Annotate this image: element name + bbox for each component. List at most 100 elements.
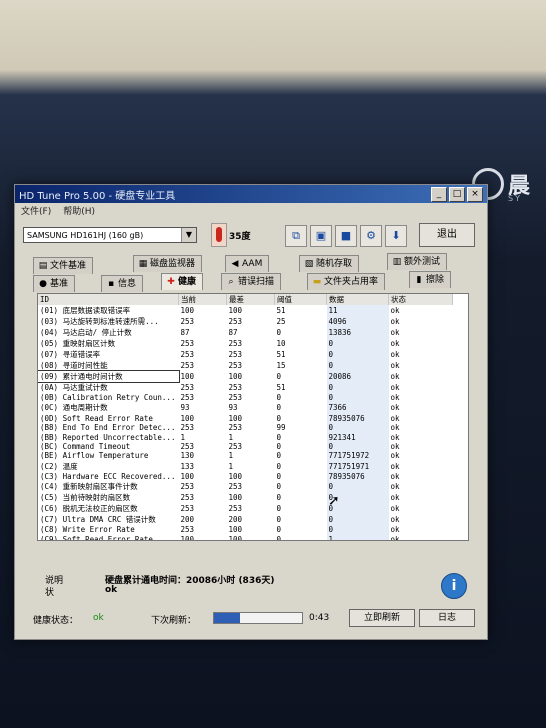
cell-status: ok	[390, 350, 400, 359]
table-row[interactable]: (C2) 温度 133 1 0 771751971 ok	[38, 460, 453, 472]
cell-id: (04) 马达启动/ 停止计数	[40, 328, 132, 337]
table-row[interactable]: (BB) Reported Uncorrectable... 1 1 0 921341 o…	[38, 432, 453, 442]
column-header-threshold[interactable]: 阈值	[274, 294, 327, 305]
close-button[interactable]: ×	[467, 186, 483, 202]
cell-worst: 253	[228, 350, 243, 359]
table-row[interactable]: (C9) Soft Read Error Rate 100 100 0 1 ok	[38, 534, 453, 541]
column-header-id[interactable]: ID	[38, 294, 179, 305]
log-button[interactable]: 日志	[419, 609, 475, 627]
cell-threshold: 0	[276, 393, 282, 403]
cell-id: (BB) Reported Uncorrectable...	[40, 432, 176, 442]
cell-status: ok	[390, 383, 400, 392]
table-row[interactable]: (03) 马达旋转到标准转速所需... 253 253 25 4096 ok	[38, 316, 453, 327]
table-row[interactable]: (C7) Ultra DMA CRC 错误计数 200 200 0 0 ok	[38, 514, 453, 526]
tab-health[interactable]: ✚ 健康	[161, 273, 204, 290]
tab-aam[interactable]: ◀ AAM	[225, 255, 270, 272]
cell-data: 0	[326, 525, 389, 535]
cell-worst: 100	[228, 372, 243, 381]
table-row[interactable]: (0D) Soft Read Error Rate 100 100 0 78935076…	[38, 413, 453, 423]
table-row[interactable]: (09) 累计通电时间计数 100 100 0 20086 ok	[38, 370, 453, 383]
tab-extra-tests[interactable]: ▥ 额外测试	[387, 253, 448, 270]
cell-current: 200	[180, 515, 195, 525]
cell-current: 253	[180, 423, 195, 433]
column-header-status[interactable]: 状态	[388, 294, 453, 305]
menu-file[interactable]: 文件(F)	[21, 204, 51, 218]
table-row[interactable]: (04) 马达启动/ 停止计数 87 87 0 13836 ok	[38, 327, 453, 338]
table-row[interactable]: (B8) End To End Error Detec... 253 253 99 0 o…	[38, 422, 453, 433]
tab-error-scan[interactable]: ⌕ 错误扫描	[221, 273, 282, 290]
cell-status: ok	[390, 339, 400, 348]
info-icon[interactable]: i	[441, 573, 467, 599]
table-row[interactable]: (C3) Hardware ECC Recovered... 100 100 0 789…	[38, 471, 453, 482]
cell-data: 78935076	[326, 413, 389, 423]
copy-text-icon[interactable]: ⧉	[285, 225, 307, 247]
tab-benchmark[interactable]: ● 基准	[33, 275, 76, 292]
cell-data: 771751972	[326, 451, 389, 461]
table-row[interactable]: (08) 寻道时间性能 253 253 15 0 ok	[38, 360, 453, 371]
tab-info[interactable]: ▪ 信息	[101, 275, 144, 292]
table-row[interactable]: (C5) 当前待映射的扇区数 253 100 0 0 ok	[38, 492, 453, 504]
tab-label: 基准	[50, 279, 69, 289]
table-row[interactable]: (BE) Airflow Temperature 130 1 0 771751972 ok	[38, 451, 453, 461]
mouse-cursor-icon: ➚	[328, 493, 340, 509]
copy-screenshot-icon[interactable]: ▣	[310, 225, 332, 247]
cell-worst: 1	[228, 451, 234, 461]
drive-select[interactable]: SAMSUNG HD161HJ (160 gB) ▼	[23, 227, 197, 243]
cell-data: 11	[326, 305, 389, 316]
minimize-button[interactable]: _	[431, 186, 447, 202]
exit-button[interactable]: 退出	[419, 223, 475, 247]
table-row[interactable]: (0A) 马达重试计数 253 253 51 0 ok	[38, 382, 453, 393]
column-header-worst[interactable]: 最差	[226, 294, 275, 305]
cell-id: (BE) Airflow Temperature	[40, 451, 149, 461]
tab-folder-usage[interactable]: ▬ 文件夹占用率	[307, 273, 386, 290]
column-header-data[interactable]: 数据	[326, 294, 389, 305]
toolbar-icon-group: ⧉ ▣ ■ ⚙ ⬇	[285, 225, 407, 247]
table-row[interactable]: (C4) 重新映射扇区事件计数 253 253 0 0 ok	[38, 481, 453, 493]
extra-tests-icon: ▥	[392, 257, 402, 267]
menu-help[interactable]: 帮助(H)	[63, 204, 95, 218]
cell-data: 0	[326, 338, 389, 349]
cell-worst: 87	[228, 328, 238, 337]
cell-threshold: 0	[276, 482, 282, 492]
cell-id: (0A) 马达重试计数	[40, 383, 108, 392]
table-row[interactable]: (01) 底层数据读取错误率 100 100 51 11 ok	[38, 305, 453, 316]
tab-label: 文件基准	[50, 261, 87, 271]
save-icon[interactable]: ■	[335, 225, 357, 247]
tab-disk-monitor[interactable]: ▦ 磁盘监视器	[133, 255, 203, 272]
maximize-button[interactable]: □	[449, 186, 465, 202]
column-header-current[interactable]: 当前	[178, 294, 227, 305]
table-row[interactable]: (0B) Calibration Retry Coun... 253 253 0 0 ok	[38, 393, 453, 403]
cell-threshold: 15	[276, 361, 286, 370]
table-row[interactable]: (C6) 脱机无法校正的扇区数 253 253 0 0 ok	[38, 503, 453, 515]
options-icon[interactable]: ⚙	[360, 225, 382, 247]
cell-id: (B8) End To End Error Detec...	[40, 423, 176, 433]
tab-label: 文件夹占用率	[324, 277, 379, 287]
cell-worst: 253	[228, 361, 243, 370]
tab-random-access[interactable]: ▧ 随机存取	[299, 255, 360, 272]
tab-label: 额外测试	[404, 257, 441, 267]
table-row[interactable]: (BC) Command Timeout 253 253 0 0 ok	[38, 441, 453, 452]
cell-current: 93	[180, 403, 190, 413]
cell-status: ok	[390, 306, 400, 315]
cell-threshold: 0	[276, 328, 282, 337]
cell-id: (07) 寻道错误率	[40, 350, 101, 359]
table-row[interactable]: (C8) Write Error Rate 253 100 0 0 ok	[38, 525, 453, 535]
table-row[interactable]: (07) 寻道错误率 253 253 51 0 ok	[38, 349, 453, 360]
table-row[interactable]: (05) 重映射扇区计数 253 253 10 0 ok	[38, 338, 453, 349]
cell-threshold: 0	[276, 413, 282, 423]
tab-file-benchmark[interactable]: ▤ 文件基准	[33, 257, 94, 274]
download-icon[interactable]: ⬇	[385, 225, 407, 247]
state-value: ok	[105, 585, 118, 595]
chevron-down-icon[interactable]: ▼	[181, 228, 196, 242]
cell-current: 253	[180, 482, 195, 492]
cell-id: (C8) Write Error Rate	[40, 525, 135, 535]
cell-id: (05) 重映射扇区计数	[40, 339, 116, 348]
cell-id: (0D) Soft Read Error Rate	[40, 413, 153, 423]
cell-status: ok	[390, 441, 400, 451]
cell-id: (C9) Soft Read Error Rate	[40, 534, 153, 541]
table-row[interactable]: (0C) 通电周期计数 93 93 0 7366 ok	[38, 402, 453, 414]
cell-status: ok	[390, 482, 400, 492]
cell-current: 253	[180, 361, 195, 370]
refresh-now-button[interactable]: 立即刷新	[349, 609, 415, 627]
tab-erase[interactable]: ▮ 擦除	[409, 271, 452, 288]
